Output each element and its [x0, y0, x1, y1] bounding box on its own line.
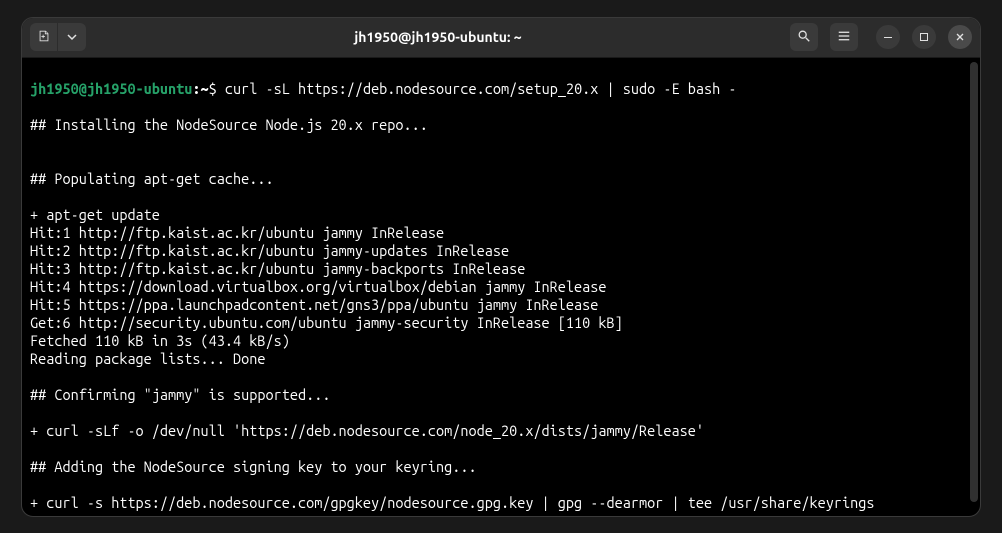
- output-line: Hit:3 http://ftp.kaist.ac.kr/ubuntu jamm…: [30, 260, 525, 277]
- terminal-content[interactable]: jh1950@jh1950-ubuntu:~$ curl -sL https:/…: [22, 58, 980, 516]
- output-line: ## Adding the NodeSource signing key to …: [30, 458, 477, 475]
- output-line: + curl -sLf -o /dev/null 'https://deb.no…: [30, 422, 704, 439]
- prompt-user-host: jh1950@jh1950-ubuntu: [30, 80, 192, 97]
- output-line: Get:6 http://security.ubuntu.com/ubuntu …: [30, 314, 623, 331]
- output-line: Hit:4 https://download.virtualbox.org/vi…: [30, 278, 607, 295]
- prompt-path: ~: [201, 80, 209, 97]
- menu-button[interactable]: [830, 23, 858, 51]
- command-text: curl -sL https://deb.nodesource.com/setu…: [225, 80, 737, 97]
- output-line: Hit:5 https://ppa.launchpadcontent.net/g…: [30, 296, 598, 313]
- hamburger-icon: [837, 29, 851, 46]
- search-button[interactable]: [790, 23, 818, 51]
- window-controls: [876, 25, 972, 49]
- tab-dropdown-button[interactable]: [58, 23, 86, 51]
- maximize-button[interactable]: [912, 25, 936, 49]
- titlebar-right: [790, 23, 972, 51]
- output-line: Fetched 110 kB in 3s (43.4 kB/s): [30, 332, 290, 349]
- titlebar-left: [30, 23, 86, 51]
- minimize-button[interactable]: [876, 25, 900, 49]
- maximize-icon: [919, 30, 929, 45]
- new-tab-button[interactable]: [30, 23, 58, 51]
- prompt-symbol: $: [209, 80, 217, 97]
- titlebar: jh1950@jh1950-ubuntu: ~: [22, 18, 980, 58]
- output-line: + apt-get update: [30, 206, 160, 223]
- output-line: ## Populating apt-get cache...: [30, 170, 274, 187]
- new-tab-icon: [37, 29, 51, 46]
- search-icon: [797, 29, 811, 46]
- close-icon: [955, 30, 965, 45]
- output-line: ## Installing the NodeSource Node.js 20.…: [30, 116, 428, 133]
- output-line: + curl -s https://deb.nodesource.com/gpg…: [30, 494, 874, 511]
- prompt-colon: :: [192, 80, 200, 97]
- output-line: Hit:2 http://ftp.kaist.ac.kr/ubuntu jamm…: [30, 242, 509, 259]
- scrollbar[interactable]: [970, 62, 978, 502]
- close-button[interactable]: [948, 25, 972, 49]
- minimize-icon: [883, 30, 893, 45]
- output-line: Reading package lists... Done: [30, 350, 265, 367]
- terminal-window: jh1950@jh1950-ubuntu: ~: [21, 17, 981, 517]
- chevron-down-icon: [67, 30, 77, 45]
- output-line: Hit:1 http://ftp.kaist.ac.kr/ubuntu jamm…: [30, 224, 444, 241]
- output-line: ## Confirming "jammy" is supported...: [30, 386, 330, 403]
- window-title: jh1950@jh1950-ubuntu: ~: [90, 29, 786, 45]
